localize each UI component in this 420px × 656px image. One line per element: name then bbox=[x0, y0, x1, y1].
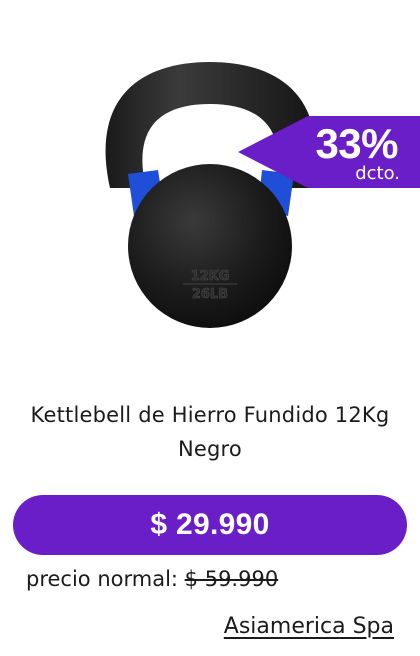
embossed-weight-kg: 12KG bbox=[191, 269, 230, 284]
regular-price: precio normal: $ 59.990 bbox=[26, 564, 278, 594]
kettlebell-image[interactable]: 12KG 26LB bbox=[80, 58, 340, 338]
product-name[interactable]: Kettlebell de Hierro Fundido 12Kg Negro bbox=[0, 398, 420, 466]
current-price: $ 29.990 bbox=[150, 508, 270, 541]
regular-price-value: $ 59.990 bbox=[184, 567, 279, 591]
discount-label: dcto. bbox=[355, 163, 400, 184]
embossed-weight-lb: 26LB bbox=[192, 287, 228, 302]
kettlebell-graphic: 12KG 26LB bbox=[105, 62, 316, 328]
regular-price-label: precio normal: bbox=[26, 567, 178, 591]
seller-link[interactable]: Asiamerica Spa bbox=[224, 612, 394, 642]
current-price-button[interactable]: $ 29.990 bbox=[13, 495, 407, 555]
product-card: 12KG 26LB 33% dcto. Kettlebell de Hierro… bbox=[0, 0, 420, 656]
discount-percent: 33% bbox=[315, 120, 398, 167]
discount-badge: 33% dcto. bbox=[238, 116, 420, 188]
